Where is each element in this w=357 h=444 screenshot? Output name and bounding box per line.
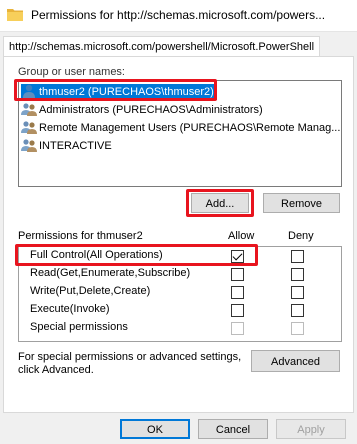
highlight-add-button bbox=[186, 189, 254, 217]
cancel-button[interactable]: Cancel bbox=[198, 419, 268, 439]
highlight-full-control-row bbox=[15, 244, 258, 266]
group-list-label: Group or user names: bbox=[18, 66, 125, 78]
allow-checkbox-write[interactable] bbox=[231, 286, 244, 299]
allow-checkbox-read[interactable] bbox=[231, 268, 244, 281]
tab-resource[interactable]: http://schemas.microsoft.com/powershell/… bbox=[3, 36, 321, 57]
title-bar: Permissions for http://schemas.microsoft… bbox=[0, 0, 357, 32]
deny-checkbox-write[interactable] bbox=[291, 286, 304, 299]
perm-row-read: Read(Get,Enumerate,Subscribe) bbox=[19, 265, 341, 283]
permissions-header: Permissions for thmuser2 bbox=[18, 230, 143, 242]
deny-checkbox-special bbox=[291, 322, 304, 335]
perm-name: Special permissions bbox=[30, 321, 128, 333]
perm-row-write: Write(Put,Delete,Create) bbox=[19, 283, 341, 301]
remove-button[interactable]: Remove bbox=[263, 193, 340, 213]
deny-checkbox-read[interactable] bbox=[291, 268, 304, 281]
allow-checkbox-special bbox=[231, 322, 244, 335]
apply-button[interactable]: Apply bbox=[276, 419, 346, 439]
allow-column-header: Allow bbox=[228, 230, 255, 242]
highlight-selected-user bbox=[14, 79, 217, 101]
advanced-note-line2: click Advanced. bbox=[18, 364, 94, 376]
deny-checkbox-execute[interactable] bbox=[291, 304, 304, 317]
group-icon bbox=[21, 120, 37, 134]
perm-name: Execute(Invoke) bbox=[30, 303, 110, 315]
group-icon bbox=[21, 102, 37, 116]
perm-name: Read(Get,Enumerate,Subscribe) bbox=[30, 267, 191, 279]
group-icon bbox=[21, 138, 37, 152]
deny-column-header: Deny bbox=[288, 230, 314, 242]
ok-button[interactable]: OK bbox=[120, 419, 190, 439]
window-title: Permissions for http://schemas.microsoft… bbox=[31, 8, 326, 22]
deny-checkbox-full-control[interactable] bbox=[291, 250, 304, 263]
list-item-interactive[interactable]: INTERACTIVE bbox=[21, 138, 115, 154]
perm-row-special: Special permissions bbox=[19, 319, 341, 337]
perm-name: Write(Put,Delete,Create) bbox=[30, 285, 151, 297]
list-item-administrators[interactable]: Administrators (PURECHAOS\Administrators… bbox=[21, 102, 266, 118]
allow-checkbox-execute[interactable] bbox=[231, 304, 244, 317]
perm-row-execute: Execute(Invoke) bbox=[19, 301, 341, 319]
advanced-note-line1: For special permissions or advanced sett… bbox=[18, 351, 242, 363]
advanced-button[interactable]: Advanced bbox=[251, 350, 340, 372]
folder-icon bbox=[7, 8, 23, 21]
list-item-remote-management-users[interactable]: Remote Management Users (PURECHAOS\Remot… bbox=[21, 120, 341, 136]
